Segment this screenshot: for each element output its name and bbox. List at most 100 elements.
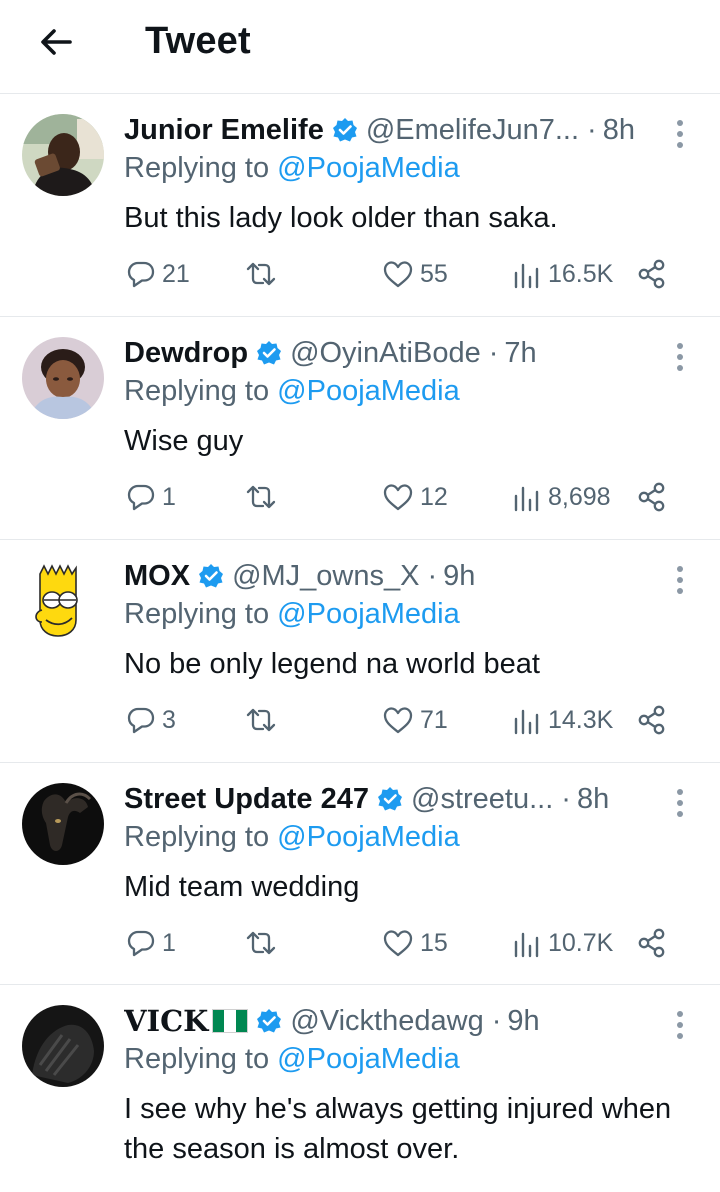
reply-icon: [127, 707, 155, 734]
back-button[interactable]: [34, 20, 78, 64]
tweet-text: Wise guy: [124, 425, 244, 457]
display-name[interactable]: Dewdrop: [124, 337, 248, 370]
verified-badge-icon: [256, 1008, 282, 1034]
retweet-icon: [246, 262, 276, 286]
display-name[interactable]: VICK: [124, 1004, 208, 1038]
timestamp[interactable]: 8h: [577, 783, 609, 816]
separator-dot: ·: [561, 782, 571, 815]
mention-link[interactable]: @PoojaMedia: [277, 1043, 460, 1075]
mention-link[interactable]: @PoojaMedia: [277, 375, 460, 407]
replying-to-label: Replying to: [124, 152, 270, 184]
retweet-icon: [246, 931, 276, 955]
timestamp[interactable]: 9h: [507, 1005, 539, 1038]
share-button[interactable]: [636, 700, 668, 740]
more-options-icon[interactable]: [670, 785, 690, 821]
separator-dot: ·: [587, 113, 597, 146]
view-count: 8,698: [548, 482, 611, 511]
replying-to: Replying to @PoojaMedia: [124, 152, 460, 185]
tweet[interactable]: Junior Emelife @EmelifeJun7... · 8h Repl…: [0, 94, 720, 317]
view-count: 16.5K: [548, 259, 614, 288]
verified-badge-icon: [198, 563, 224, 589]
avatar[interactable]: [22, 560, 104, 642]
nigeria-flag-icon: [212, 1009, 249, 1033]
replying-to: Replying to @PoojaMedia: [124, 375, 460, 408]
heart-icon: [383, 707, 413, 734]
timestamp[interactable]: 9h: [443, 560, 475, 593]
avatar[interactable]: [22, 1005, 104, 1087]
like-count: 15: [420, 928, 448, 957]
more-options-icon[interactable]: [670, 1007, 690, 1043]
timestamp[interactable]: 7h: [504, 337, 536, 370]
handle[interactable]: @Vickthedawg: [290, 1005, 483, 1038]
avatar[interactable]: [22, 337, 104, 419]
more-options-icon[interactable]: [670, 339, 690, 375]
handle[interactable]: @MJ_owns_X: [232, 560, 419, 593]
display-name[interactable]: Junior Emelife: [124, 114, 324, 147]
view-count: 10.7K: [548, 928, 614, 957]
retweet-icon: [246, 485, 276, 509]
share-icon: [638, 705, 665, 735]
mention-link[interactable]: @PoojaMedia: [277, 598, 460, 630]
tweet-header: Dewdrop @OyinAtiBode · 7h: [124, 333, 660, 373]
avatar[interactable]: [22, 783, 104, 865]
reply-button[interactable]: 1: [126, 923, 176, 963]
reply-icon: [127, 261, 155, 288]
mention-link[interactable]: @PoojaMedia: [277, 152, 460, 184]
handle[interactable]: @streetu...: [411, 783, 553, 816]
more-options-icon[interactable]: [670, 116, 690, 152]
views-button[interactable]: 10.7K: [512, 923, 613, 963]
reply-count: 1: [162, 928, 176, 957]
like-button[interactable]: 15: [382, 923, 448, 963]
tweet-text: But this lady look older than saka.: [124, 202, 558, 234]
tweet[interactable]: MOX @MJ_owns_X · 9h Replying to @PoojaMe…: [0, 540, 720, 763]
like-button[interactable]: 55: [382, 254, 448, 294]
view-count: 14.3K: [548, 705, 614, 734]
like-button[interactable]: 12: [382, 477, 448, 517]
display-name[interactable]: MOX: [124, 560, 190, 593]
more-options-icon[interactable]: [670, 562, 690, 598]
like-button[interactable]: 71: [382, 700, 448, 740]
reply-button[interactable]: 21: [126, 254, 190, 294]
tweet-actions: 21 55 16.5K: [124, 254, 684, 294]
replying-to: Replying to @PoojaMedia: [124, 821, 460, 854]
top-bar: Tweet: [0, 0, 720, 94]
verified-badge-icon: [377, 786, 403, 812]
reply-button[interactable]: 1: [126, 477, 176, 517]
timestamp[interactable]: 8h: [603, 114, 635, 147]
heart-icon: [383, 261, 413, 288]
display-name[interactable]: Street Update 247: [124, 783, 369, 816]
handle[interactable]: @OyinAtiBode: [290, 337, 481, 370]
retweet-button[interactable]: [244, 254, 278, 294]
tweet[interactable]: Street Update 247 @streetu... · 8h Reply…: [0, 763, 720, 985]
heart-icon: [383, 930, 413, 957]
heart-icon: [383, 484, 413, 511]
replying-to-label: Replying to: [124, 375, 270, 407]
tweet[interactable]: VICK @Vickthedawg · 9h Replying to @Pooj…: [0, 985, 720, 1192]
views-chart-icon: [514, 263, 539, 289]
share-icon: [638, 482, 665, 512]
reply-count: 21: [162, 259, 190, 288]
reply-button[interactable]: 3: [126, 700, 176, 740]
page-title: Tweet: [145, 20, 251, 62]
views-button[interactable]: 14.3K: [512, 700, 613, 740]
handle[interactable]: @EmelifeJun7...: [366, 114, 579, 147]
tweet-header: Junior Emelife @EmelifeJun7... · 8h: [124, 110, 660, 150]
tweet-header: Street Update 247 @streetu... · 8h: [124, 779, 660, 819]
retweet-button[interactable]: [244, 923, 278, 963]
views-button[interactable]: 16.5K: [512, 254, 613, 294]
share-button[interactable]: [636, 923, 668, 963]
replying-to: Replying to @PoojaMedia: [124, 598, 460, 631]
separator-dot: ·: [488, 336, 499, 369]
share-button[interactable]: [636, 477, 668, 517]
reply-count: 3: [162, 705, 176, 734]
avatar[interactable]: [22, 114, 104, 196]
verified-badge-icon: [256, 340, 282, 366]
mention-link[interactable]: @PoojaMedia: [277, 821, 460, 853]
share-button[interactable]: [636, 254, 668, 294]
retweet-button[interactable]: [244, 700, 278, 740]
views-button[interactable]: 8,698: [512, 477, 611, 517]
tweet[interactable]: Dewdrop @OyinAtiBode · 7h Replying to @P…: [0, 317, 720, 540]
retweet-icon: [246, 708, 276, 732]
tweet-actions: 1 12 8,698: [124, 477, 684, 517]
retweet-button[interactable]: [244, 477, 278, 517]
